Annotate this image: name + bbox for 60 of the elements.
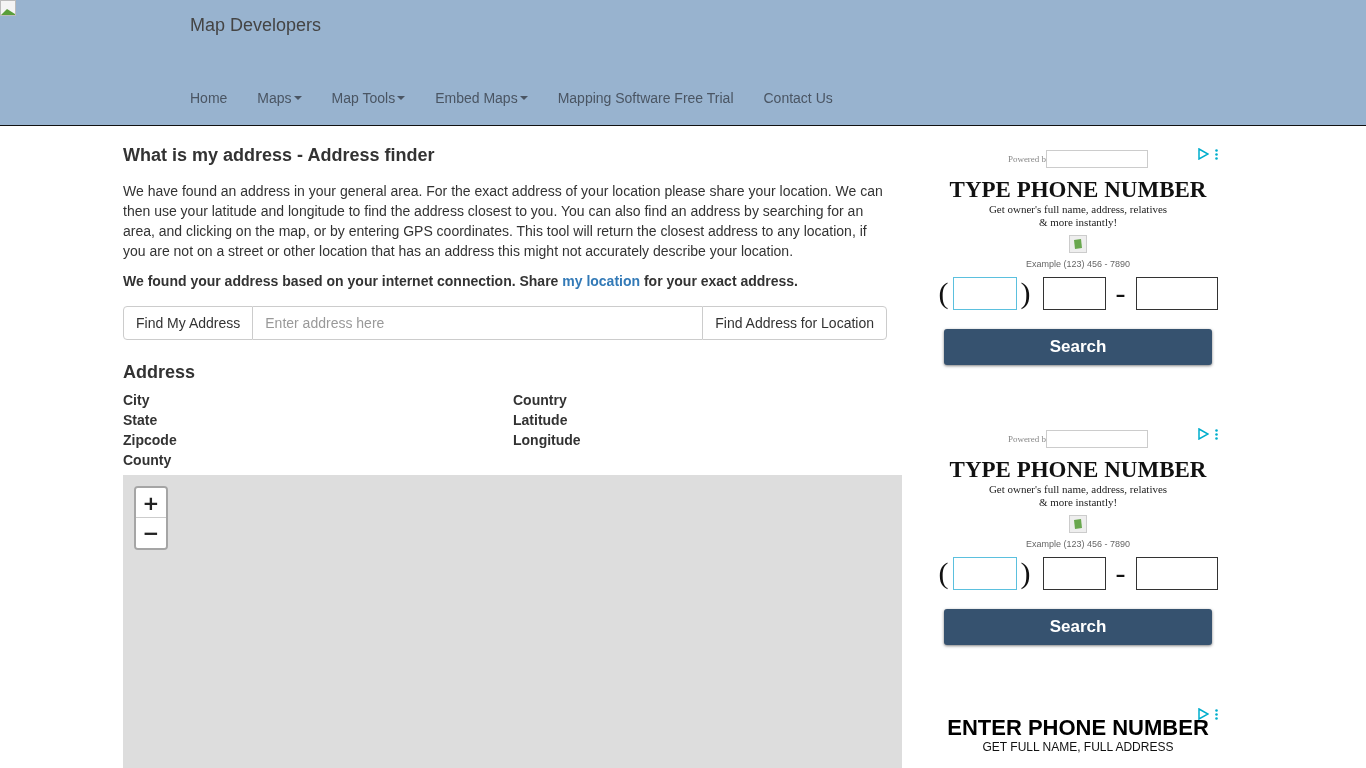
zoom-out-button[interactable]: − [136, 518, 166, 548]
nav-link[interactable]: Map Tools [331, 88, 406, 108]
powered-by-text: Powered b [1007, 434, 1047, 444]
field-label: City [123, 391, 151, 410]
ad-subline: Get owner's full name, address, relatives [988, 483, 1168, 496]
example-text: Example (123) 456 - 7890 [1025, 539, 1131, 549]
paren-text: ) [1020, 556, 1031, 590]
intro-paragraph: We have found an address in your general area. For the exact address of your location please share your location. We can then use your latitude and longitude to find the address closest to you. You can also find an address by searching for an area, and clicking on the map, or by entering GPS coordinates. This tool will return the closest address to any location, if you are not on a street or other location that has an address this might not accurately describe your location. [123, 182, 884, 261]
dash-text: - [1115, 556, 1126, 590]
prefix-field[interactable] [1042, 556, 1106, 590]
nav-link[interactable]: Mapping Software Free Trial [557, 88, 734, 108]
example-text: Example (123) 456 - 7890 [1025, 259, 1131, 269]
find-location-button[interactable]: Find Address for Location [702, 306, 887, 340]
paren-text: ( [938, 556, 949, 590]
paren-text: ( [938, 276, 949, 310]
search-button[interactable]: Search [944, 609, 1212, 645]
location-link[interactable]: my location [562, 273, 641, 289]
field-label: State [123, 411, 159, 430]
paren-text: ) [1020, 276, 1031, 310]
site-title[interactable]: Map Developers [190, 14, 322, 36]
ad-headline: TYPE PHONE NUMBER [949, 177, 1207, 203]
line-number-field[interactable] [1135, 556, 1218, 590]
find-my-address-button[interactable]: Find My Address [123, 306, 254, 340]
address-heading: Address [123, 362, 197, 383]
map-area[interactable]: + − [123, 475, 902, 768]
nav-link[interactable]: Contact Us [763, 88, 833, 108]
page-title: What is my address - Address finder [123, 145, 436, 166]
nav-link[interactable]: Maps [257, 88, 302, 108]
field-label: Zipcode [123, 431, 178, 450]
field-label: Country [513, 391, 568, 410]
nav-link[interactable]: Embed Maps [435, 88, 528, 108]
more-options-icon[interactable] [1215, 428, 1218, 440]
ad-headline: ENTER PHONE NUMBER [947, 716, 1209, 740]
address-input[interactable]: Enter address here [253, 306, 703, 340]
zoom-in-button[interactable]: + [136, 488, 166, 518]
ad-headline: TYPE PHONE NUMBER [949, 457, 1207, 483]
ad-subline: & more instantly! [1038, 496, 1118, 509]
powered-by-text: Powered b [1007, 154, 1047, 164]
prefix-field[interactable] [1042, 276, 1106, 310]
more-options-icon[interactable] [1215, 148, 1218, 160]
nav-link[interactable]: Home [190, 88, 228, 108]
play-triangle-icon[interactable] [1198, 708, 1209, 720]
field-label: County [123, 451, 173, 470]
search-button[interactable]: Search [944, 329, 1212, 365]
area-code-field[interactable] [952, 556, 1017, 590]
field-label: Longitude [513, 431, 582, 450]
play-triangle-icon[interactable] [1198, 428, 1209, 440]
ad-subline: Get owner's full name, address, relatives [988, 203, 1168, 216]
ad-subline: & more instantly! [1038, 216, 1118, 229]
broken-image-icon [1069, 515, 1087, 533]
line-number-field[interactable] [1135, 276, 1218, 310]
broken-image-icon [0, 0, 16, 16]
play-triangle-icon[interactable] [1198, 148, 1209, 160]
notice-text: We found your address based on your internet connection. Share my location for your exact address. [123, 272, 799, 291]
field-label: Latitude [513, 411, 569, 430]
more-options-icon[interactable] [1215, 708, 1218, 720]
ad-subline: GET FULL NAME, FULL ADDRESS [982, 740, 1174, 754]
dash-text: - [1115, 276, 1126, 310]
broken-image-icon [1069, 235, 1087, 253]
area-code-field[interactable] [952, 276, 1017, 310]
